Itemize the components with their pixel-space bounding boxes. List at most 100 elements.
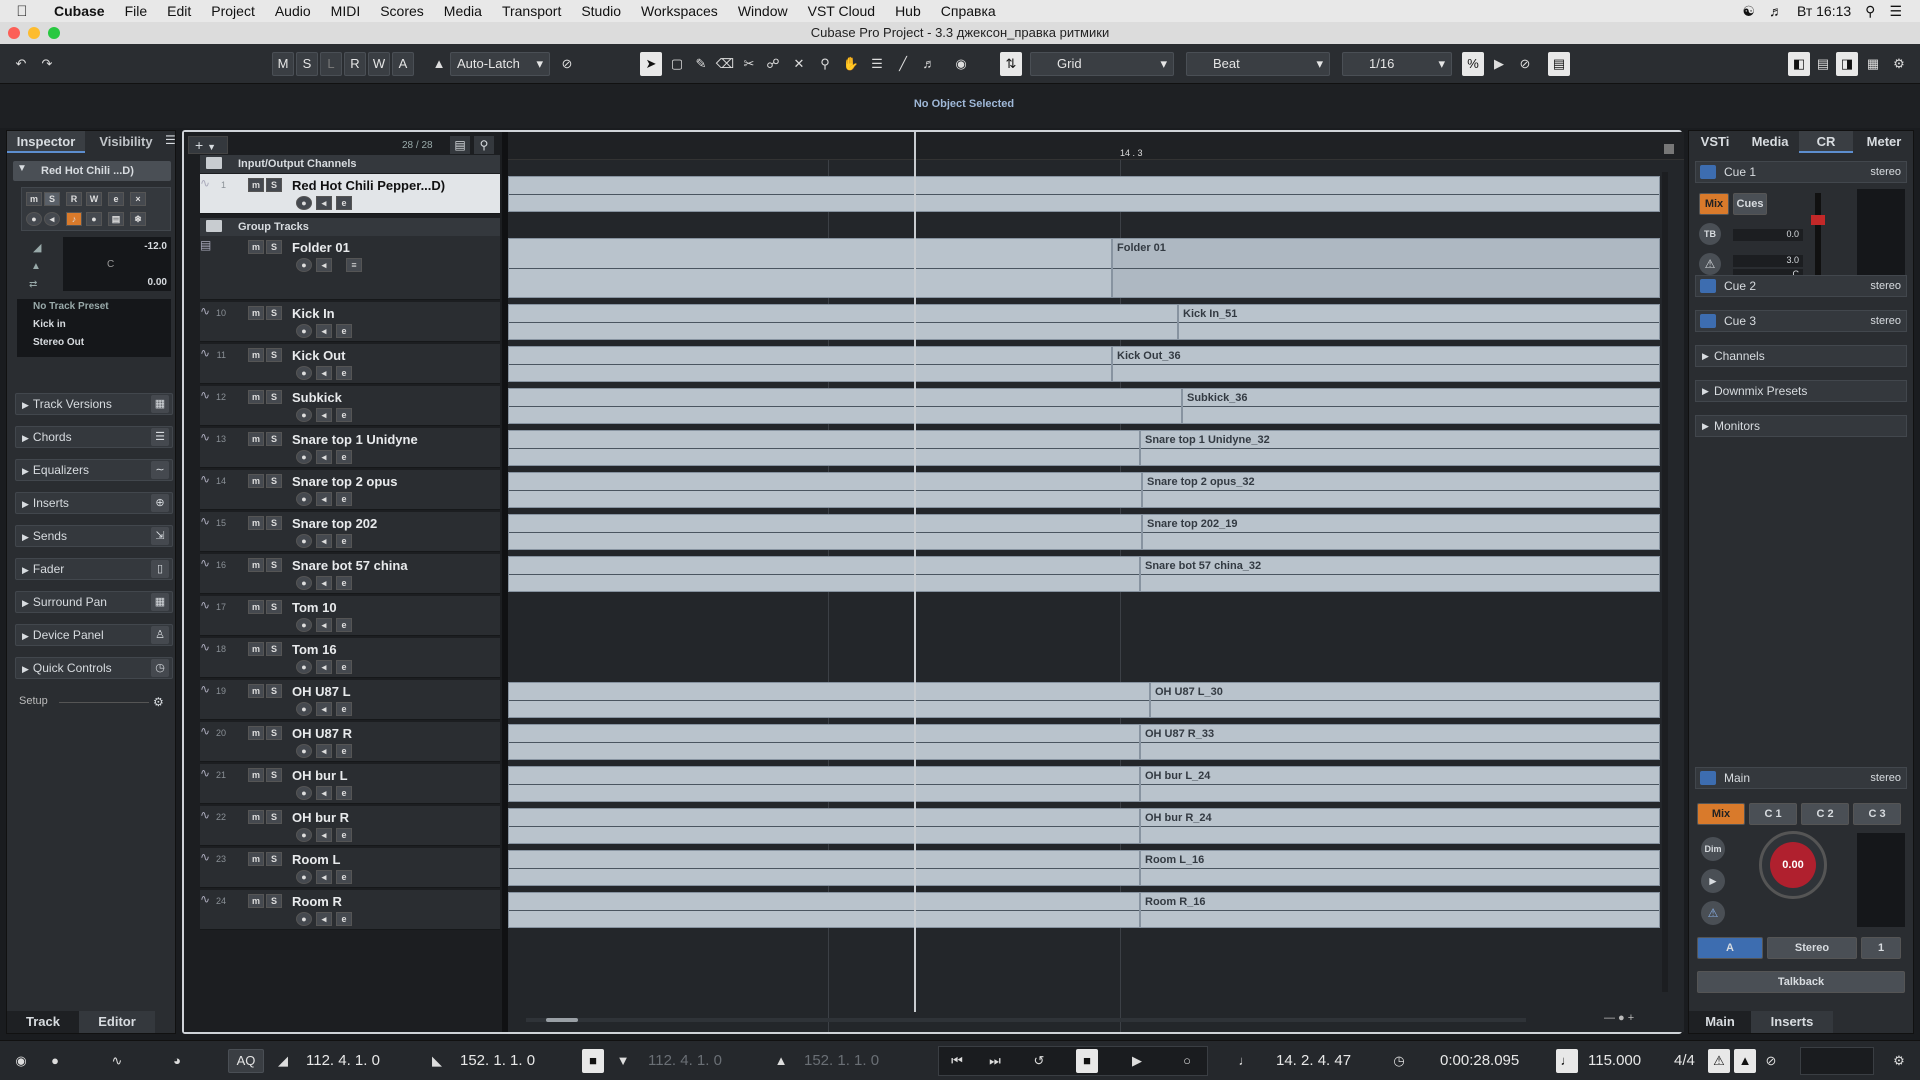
- main-c3-button[interactable]: C 3: [1853, 803, 1901, 825]
- main-monitor[interactable]: Main stereo: [1695, 767, 1907, 789]
- mute-button[interactable]: m: [248, 178, 264, 192]
- folder-group-tracks[interactable]: Group Tracks: [200, 218, 500, 236]
- menu-clock[interactable]: Вт 16:13: [1797, 3, 1851, 19]
- chevron-down-icon[interactable]: ▼: [17, 163, 27, 174]
- gear-icon[interactable]: ⚙: [153, 695, 164, 709]
- mute-button[interactable]: m: [248, 306, 264, 320]
- zoom-tool-icon[interactable]: ⚲: [814, 52, 836, 76]
- tab-media[interactable]: Media: [1743, 131, 1797, 153]
- list-icon[interactable]: ☰: [1889, 3, 1902, 20]
- right-locator-icon[interactable]: ◣: [426, 1049, 448, 1073]
- track-row[interactable]: ∿ 14 m S Snare top 2 opus ● ◂ e: [200, 470, 500, 510]
- record-icon[interactable]: ○: [1176, 1049, 1198, 1073]
- section-surround-pan[interactable]: ▶ Surround Pan ▦: [15, 591, 173, 613]
- left-locator-icon[interactable]: ◢: [272, 1049, 294, 1073]
- solo-button[interactable]: S: [266, 474, 282, 488]
- audio-event[interactable]: [508, 766, 1140, 802]
- lock-icon[interactable]: ■: [582, 1049, 604, 1073]
- track-name[interactable]: Snare top 1 Unidyne: [292, 432, 418, 447]
- hand-tool-icon[interactable]: ✋: [840, 52, 862, 76]
- monitor-icon[interactable]: ◂: [316, 828, 332, 842]
- cycle-icon[interactable]: ↺: [1028, 1049, 1050, 1073]
- cue-2[interactable]: Cue 2 stereo: [1695, 275, 1907, 297]
- quantize-select[interactable]: 1/16 ▾: [1342, 52, 1452, 76]
- edit-channel-button[interactable]: e: [336, 534, 352, 548]
- mute-button[interactable]: m: [248, 768, 264, 782]
- cue-fader[interactable]: [1811, 193, 1825, 279]
- audio-event[interactable]: Kick Out_36: [1112, 346, 1660, 382]
- position-bars[interactable]: 14. 2. 4. 47: [1276, 1049, 1351, 1073]
- time-signature[interactable]: 4/4: [1674, 1049, 1695, 1073]
- audio-event[interactable]: [508, 238, 1112, 298]
- automation-mode-select[interactable]: Auto-Latch ▾: [450, 52, 550, 76]
- record-enable-icon[interactable]: ●: [26, 212, 42, 226]
- cue-level[interactable]: 0.0: [1733, 229, 1803, 241]
- track-row[interactable]: ∿ 18 m S Tom 16 ● ◂ e: [200, 638, 500, 678]
- audio-event[interactable]: [508, 176, 1660, 212]
- right-locator[interactable]: 152. 1. 1. 0: [460, 1049, 535, 1073]
- speaker-1-button[interactable]: 1: [1861, 937, 1901, 959]
- track-name[interactable]: Room R: [292, 894, 342, 909]
- power-icon[interactable]: [1700, 314, 1716, 328]
- click-icon[interactable]: ⚠: [1708, 1049, 1730, 1073]
- section-sends[interactable]: ▶ Sends ⇲: [15, 525, 173, 547]
- audio-event[interactable]: Snare top 2 opus_32: [1142, 472, 1660, 508]
- search-icon[interactable]: ⚲: [474, 136, 494, 154]
- monitor-icon[interactable]: ◂: [316, 576, 332, 590]
- right-zone-icon[interactable]: ◨: [1836, 52, 1858, 76]
- horizontal-scrollbar[interactable]: [526, 1018, 1526, 1022]
- grid-type-select[interactable]: Beat ▾: [1186, 52, 1330, 76]
- menu-vst-cloud[interactable]: VST Cloud: [798, 3, 885, 19]
- go-to-previous-icon[interactable]: ⏮: [946, 1049, 968, 1073]
- audio-event[interactable]: Kick In_51: [1178, 304, 1660, 340]
- solo-button[interactable]: S: [266, 684, 282, 698]
- edit-channel-button[interactable]: e: [108, 192, 124, 206]
- record-enable-icon[interactable]: ●: [296, 618, 312, 632]
- punch-in-icon[interactable]: ▼: [612, 1049, 634, 1073]
- punch-out-position[interactable]: 152. 1. 1. 0: [804, 1049, 879, 1073]
- tab-meter[interactable]: Meter: [1855, 131, 1913, 153]
- track-name[interactable]: Snare bot 57 china: [292, 558, 408, 573]
- track-name[interactable]: OH U87 R: [292, 726, 352, 741]
- wifi-icon[interactable]: ☯: [1742, 3, 1755, 20]
- write-button[interactable]: W: [86, 192, 102, 206]
- edit-channel-button[interactable]: e: [336, 912, 352, 926]
- audio-event[interactable]: Snare top 1 Unidyne_32: [1140, 430, 1660, 466]
- track-row[interactable]: ∿ 23 m S Room L ● ◂ e: [200, 848, 500, 888]
- main-level-knob[interactable]: 0.00: [1759, 831, 1827, 899]
- mute-button[interactable]: m: [248, 348, 264, 362]
- track-name[interactable]: Kick In: [292, 306, 335, 321]
- write-state-button[interactable]: W: [368, 52, 390, 76]
- monitor-icon[interactable]: ◂: [316, 534, 332, 548]
- reference-icon[interactable]: ►: [1701, 869, 1725, 893]
- edit-channel-button[interactable]: e: [336, 870, 352, 884]
- audio-event[interactable]: OH U87 R_33: [1140, 724, 1660, 760]
- track-name[interactable]: OH U87 L: [292, 684, 351, 699]
- menu-window[interactable]: Window: [728, 3, 798, 19]
- track-row[interactable]: ∿ 1 m S Red Hot Chili Pepper...D) ● ◂ e: [200, 174, 500, 214]
- mute-tool-icon[interactable]: ✕: [788, 52, 810, 76]
- tempo-value[interactable]: 115.000: [1588, 1049, 1641, 1073]
- menu-scores[interactable]: Scores: [370, 3, 434, 19]
- monitor-icon[interactable]: ◂: [316, 912, 332, 926]
- edit-channel-button[interactable]: e: [336, 492, 352, 506]
- snap-type-select[interactable]: Grid ▾: [1030, 52, 1174, 76]
- mute-button[interactable]: m: [248, 474, 264, 488]
- audio-event[interactable]: [508, 346, 1112, 382]
- automation-icon[interactable]: ▲: [428, 52, 450, 76]
- lower-zone-icon[interactable]: ▤: [1812, 52, 1834, 76]
- main-c2-button[interactable]: C 2: [1801, 803, 1849, 825]
- add-track-button[interactable]: + ▼: [188, 136, 228, 154]
- input-routing[interactable]: Kick in: [33, 319, 66, 330]
- solo-button[interactable]: S: [266, 810, 282, 824]
- scrollbar-thumb[interactable]: [546, 1018, 578, 1022]
- snap-toggle-icon[interactable]: ⇅: [1000, 52, 1022, 76]
- gear-icon[interactable]: ⚙: [1888, 52, 1910, 76]
- monitor-icon[interactable]: ◂: [316, 492, 332, 506]
- inspector-menu-icon[interactable]: ☰: [165, 133, 176, 147]
- audio-event[interactable]: [508, 304, 1178, 340]
- cue-1[interactable]: Cue 1 stereo: [1695, 161, 1907, 183]
- cue-3[interactable]: Cue 3 stereo: [1695, 310, 1907, 332]
- track-row[interactable]: ∿ 12 m S Subkick ● ◂ e: [200, 386, 500, 426]
- solo-button[interactable]: S: [266, 642, 282, 656]
